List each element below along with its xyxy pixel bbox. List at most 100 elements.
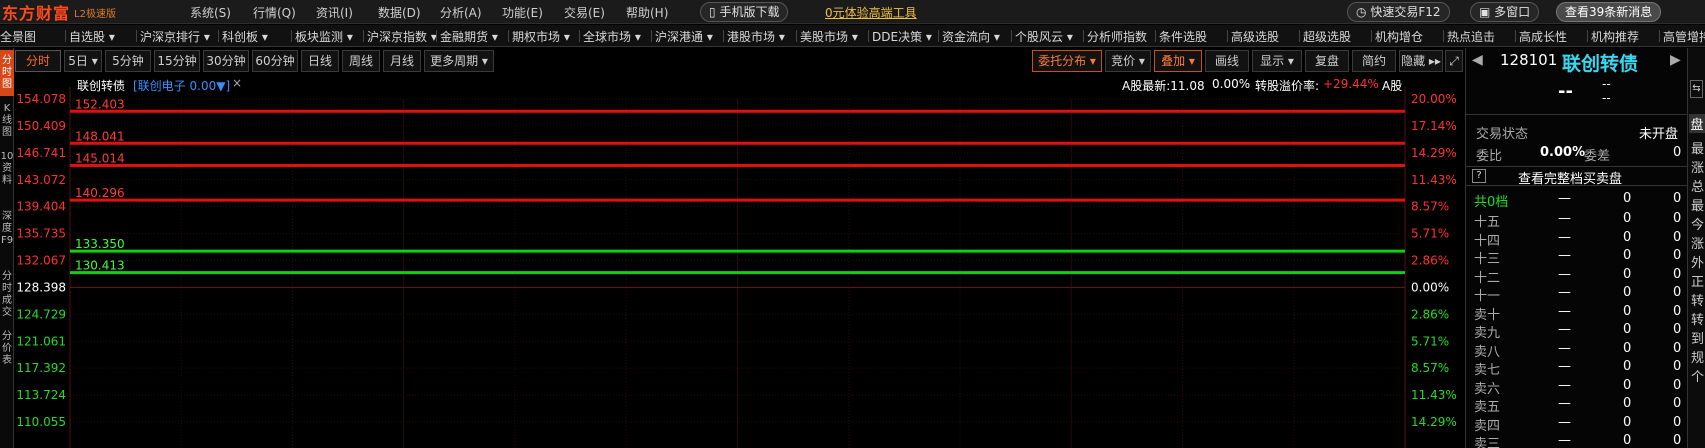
period-button-2[interactable]: 5分钟 xyxy=(105,50,151,72)
order-book-row[interactable]: 十五 — 0 0 xyxy=(1466,210,1686,230)
period-button-1[interactable]: 5日 ▾ xyxy=(64,50,102,72)
period-button-5[interactable]: 60分钟 xyxy=(252,50,298,72)
order-level-volume: 0 xyxy=(1623,248,1632,263)
chart-tool-4[interactable]: 显示 ▾ xyxy=(1252,50,1302,72)
order-book-row[interactable]: 卖六 — 0 0 xyxy=(1466,377,1686,397)
left-tab-3[interactable]: 深度F9 xyxy=(0,206,14,264)
nav-item-14[interactable]: 个股风云 ▾ xyxy=(1015,28,1073,45)
order-book-row[interactable]: 十四 — 0 0 xyxy=(1466,229,1686,249)
nav-separator xyxy=(651,30,652,42)
chart-tool-0[interactable]: 委托分布 ▾ xyxy=(1032,50,1102,72)
nav-item-2[interactable]: 沪深京排行 ▾ xyxy=(140,28,210,45)
period-button-6[interactable]: 日线 xyxy=(301,50,339,72)
left-tab-4[interactable]: 分时成交 xyxy=(0,266,14,324)
news-button[interactable]: 查看39条新消息 xyxy=(1556,2,1662,22)
period-button-9[interactable]: 更多周期 ▾ xyxy=(424,50,494,72)
chart-tool-6[interactable]: 简约 xyxy=(1352,50,1396,72)
menu-item-6[interactable]: 交易(E) xyxy=(564,4,605,21)
order-book-row[interactable]: 十二 — 0 0 xyxy=(1466,266,1686,286)
order-book-row[interactable]: 卖九 — 0 0 xyxy=(1466,321,1686,341)
order-book-row[interactable]: 卖五 — 0 0 xyxy=(1466,395,1686,415)
order-book-row[interactable]: 十一 — 0 0 xyxy=(1466,284,1686,304)
nav-item-10[interactable]: 港股市场 ▾ xyxy=(727,28,785,45)
collapse-icon[interactable]: ⇆ xyxy=(1690,80,1703,98)
nav-item-19[interactable]: 机构增仓 xyxy=(1375,28,1423,45)
nav-item-3[interactable]: 科创板 ▾ xyxy=(222,28,268,45)
period-button-4[interactable]: 30分钟 xyxy=(203,50,249,72)
order-level-label: 卖五 xyxy=(1474,400,1501,415)
nav-item-8[interactable]: 全球市场 ▾ xyxy=(583,28,641,45)
free-tool-link[interactable]: 0元体验高端工具 xyxy=(825,4,917,21)
y-right-tick-label: 17.14% xyxy=(1411,119,1457,133)
next-security-icon[interactable]: ▶ xyxy=(1670,52,1681,68)
order-book-volume: 0 xyxy=(1623,191,1632,206)
order-book-total-row: 共0档 — 0 0 xyxy=(1466,190,1686,210)
mobile-download-label: 手机版下载 xyxy=(719,5,780,19)
nav-item-1[interactable]: 自选股 ▾ xyxy=(69,28,115,45)
title-bar: 东方财富 L2极速版 系统(S) 行情(Q) 资讯(I) 数据(D) 分析(A) 功能(E… xyxy=(0,0,1705,24)
menu-item-3[interactable]: 数据(D) xyxy=(378,4,421,21)
left-tab-2[interactable]: 10资料 xyxy=(0,146,14,204)
period-button-8[interactable]: 月线 xyxy=(383,50,421,72)
menu-item-5[interactable]: 功能(E) xyxy=(502,4,543,21)
intraday-chart[interactable]: 联创转债 [联创电子 0.00▼] × A股最新:11.08 0.00% 转股溢… xyxy=(15,73,1463,448)
prev-security-icon[interactable]: ◀ xyxy=(1472,52,1483,68)
nav-item-22[interactable]: 机构推荐 xyxy=(1591,28,1639,45)
nav-item-20[interactable]: 热点追击 xyxy=(1447,28,1495,45)
nav-item-6[interactable]: 金融期货 ▾ xyxy=(440,28,498,45)
left-tab-1[interactable]: K线图 xyxy=(0,98,14,144)
window-icon: ▣ xyxy=(1479,5,1491,19)
menu-item-1[interactable]: 行情(Q) xyxy=(253,4,296,21)
nav-item-16[interactable]: 条件选股 xyxy=(1159,28,1207,45)
chart-tool-1[interactable]: 竞价 ▾ xyxy=(1105,50,1151,72)
order-level-count: 0 xyxy=(1673,248,1682,263)
period-button-7[interactable]: 周线 xyxy=(342,50,380,72)
left-tab-0[interactable]: 分时图 xyxy=(0,50,14,96)
chart-tool-7[interactable]: 隐藏 ▸▸ xyxy=(1399,50,1443,72)
nav-item-23[interactable]: 高管增持 xyxy=(1663,28,1705,45)
nav-item-12[interactable]: DDE决策 ▾ xyxy=(872,28,932,45)
order-book-row[interactable]: 卖七 — 0 0 xyxy=(1466,358,1686,378)
nav-item-21[interactable]: 高成长性 xyxy=(1519,28,1567,45)
nav-item-9[interactable]: 沪深港通 ▾ xyxy=(655,28,713,45)
left-tab-5[interactable]: 分价表 xyxy=(0,326,14,372)
order-book-row[interactable]: 卖四 — 0 0 xyxy=(1466,414,1686,434)
order-level-price: — xyxy=(1558,359,1571,374)
nav-separator xyxy=(291,30,292,42)
mobile-download-button[interactable]: ▯ 手机版下载 xyxy=(700,2,789,22)
nav-item-17[interactable]: 高级选股 xyxy=(1231,28,1279,45)
multi-window-button[interactable]: ▣ 多窗口 xyxy=(1470,2,1540,22)
order-book-row[interactable]: 卖三 — 0 0 xyxy=(1466,432,1686,448)
nav-item-13[interactable]: 资金流向 ▾ xyxy=(942,28,1000,45)
order-book-row[interactable]: 十三 — 0 0 xyxy=(1466,247,1686,267)
chart-tool-5[interactable]: 复盘 xyxy=(1305,50,1349,72)
nav-item-5[interactable]: 沪深京指数 ▾ xyxy=(367,28,437,45)
chart-canvas[interactable]: 154.078 20.00% 150.409 17.14% 146.741 14.29% 1… xyxy=(15,73,1463,448)
chart-tool-2[interactable]: 叠加 ▾ xyxy=(1154,50,1202,72)
order-level-volume: 0 xyxy=(1623,414,1632,430)
period-button-3[interactable]: 15分钟 xyxy=(154,50,200,72)
y-tick-label: 121.061 xyxy=(16,334,66,348)
last-price: -- xyxy=(1558,81,1573,102)
full-book-button[interactable]: ? 查看完整档买卖盘 xyxy=(1466,166,1688,187)
nav-item-11[interactable]: 美股市场 ▾ xyxy=(800,28,858,45)
order-level-label: 卖八 xyxy=(1474,344,1501,360)
nav-item-15[interactable]: 分析师指数 xyxy=(1087,28,1147,45)
order-book-row[interactable]: 卖八 — 0 0 xyxy=(1466,340,1686,360)
nav-item-18[interactable]: 超级选股 xyxy=(1303,28,1351,45)
period-button-0[interactable]: 分时 xyxy=(15,50,61,72)
menu-item-0[interactable]: 系统(S) xyxy=(190,4,231,21)
quick-trade-button[interactable]: ◷ 快速交易F12 xyxy=(1347,2,1450,22)
nav-item-0[interactable]: 全景图 xyxy=(0,28,36,45)
menu-item-2[interactable]: 资讯(I) xyxy=(316,4,353,21)
menu-item-7[interactable]: 帮助(H) xyxy=(626,4,668,21)
nav-separator xyxy=(1155,30,1156,42)
quote-tab-top[interactable]: 盘 xyxy=(1689,114,1705,133)
order-book-row[interactable]: 卖十 — 0 0 xyxy=(1466,303,1686,323)
nav-item-4[interactable]: 板块监测 ▾ xyxy=(295,28,353,45)
fullscreen-icon[interactable]: ⤢ xyxy=(1445,50,1463,72)
order-line-label: 130.413 xyxy=(75,259,125,273)
menu-item-4[interactable]: 分析(A) xyxy=(440,4,482,21)
chart-tool-3[interactable]: 画线 xyxy=(1205,50,1249,72)
nav-item-7[interactable]: 期权市场 ▾ xyxy=(512,28,570,45)
